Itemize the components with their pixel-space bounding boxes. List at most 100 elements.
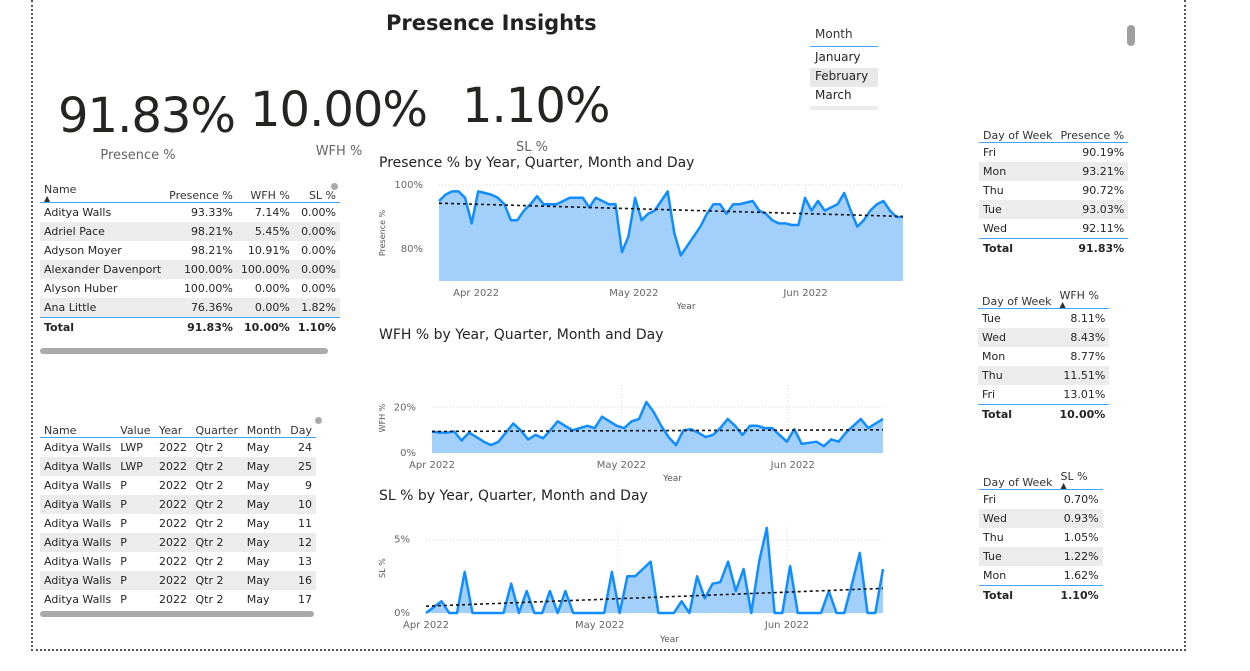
cell-percent: 92.11% [1082,222,1125,235]
day-of-week-presence-table: Day of Week Presence % Fri 90.19% Mon 93.21… [979,120,1129,258]
slicer-option-february[interactable]: February [810,68,878,87]
table-row[interactable]: Fri 90.19% [979,143,1128,163]
presence-area-chart[interactable]: 80% 100% Apr 2022 May 2022 Jun 2022 Year Prese… [375,175,915,315]
column-header-day-of-week[interactable]: Day of Week [978,286,1056,309]
table-row[interactable]: Mon 93.21% [979,162,1129,181]
cell-day-of-week: Wed [978,328,1056,347]
cell-year: 2022 [159,593,187,606]
more-options-icon[interactable] [331,183,338,190]
table-row[interactable]: Aditya Walls 93.33% 7.14% 0.00% [40,203,340,223]
summary-table: Name ▲ Presence % WFH % SL % Aditya Walls… [40,180,341,337]
chart-title-sl: SL % by Year, Quarter, Month and Day [379,488,648,504]
table-row[interactable]: Tue 8.11% [978,309,1109,329]
month-slicer[interactable]: Month January February March [810,25,878,110]
column-header-presence[interactable]: Presence % [1056,120,1129,143]
total-row: Total 91.83% [979,238,1129,258]
column-header-day-of-week[interactable]: Day of Week [979,120,1057,143]
cell-name: Aditya Walls [44,593,112,606]
cell-percent: 11.51% [1055,366,1110,385]
column-header-day[interactable]: Day [285,415,316,438]
y-axis-label: SL % [378,558,387,578]
cell-presence: 100.00% [183,282,233,295]
column-header-wfh[interactable]: WFH % [236,180,294,203]
cell-day-of-week: Wed [983,222,1007,235]
cell-percent: 93.21% [1056,162,1129,181]
table-row[interactable]: Aditya Walls P 2022 Qtr 2 May 13 [40,552,316,571]
y-tick-label: 80% [401,244,423,255]
cell-percent: 0.70% [1063,493,1099,506]
cell-percent: 90.19% [1082,146,1125,159]
table-row[interactable]: Tue 93.03% [979,200,1129,219]
kpi-card-presence[interactable]: 91.83% Presence % [58,88,236,163]
table-row[interactable]: Fri 0.70% [979,490,1103,510]
cell-wfh: 7.14% [254,206,290,219]
table-row[interactable]: Aditya Walls P 2022 Qtr 2 May 17 [40,590,316,609]
table-row[interactable]: Adriel Pace 98.21% 5.45% 0.00% [40,222,341,241]
table-row[interactable]: Mon 1.62% [979,566,1103,586]
table-row[interactable]: Fri 13.01% [978,385,1109,405]
table-row[interactable]: Alyson Huber 100.00% 0.00% 0.00% [40,279,340,298]
table-row[interactable]: Wed 92.11% [979,219,1128,239]
cell-sl: 0.00% [301,282,337,295]
kpi-card-sl[interactable]: 1.10% SL % [462,82,610,155]
table-row[interactable]: Aditya Walls P 2022 Qtr 2 May 16 [40,571,316,590]
table-row[interactable]: Mon 8.77% [978,347,1109,366]
table-row[interactable]: Aditya Walls LWP 2022 Qtr 2 May 25 [40,457,316,476]
table-row[interactable]: Tue 1.22% [979,547,1103,566]
column-header-year[interactable]: Year [155,415,192,438]
cell-name: Aditya Walls [40,571,117,590]
cell-day-of-week: Wed [979,509,1057,528]
table-row[interactable]: Aditya Walls P 2022 Qtr 2 May 9 [40,476,316,495]
table-row[interactable]: Ana Little 76.36% 0.00% 1.82% [40,298,341,318]
table-row[interactable]: Thu 11.51% [978,366,1110,385]
kpi-value: 91.83% [58,88,236,144]
table-row[interactable]: Aditya Walls P 2022 Qtr 2 May 12 [40,533,316,552]
column-header-month[interactable]: Month [242,415,286,438]
cell-month: May [242,533,286,552]
cell-value: P [116,571,155,590]
table-row[interactable]: Wed 0.93% [979,509,1103,528]
cell-quarter: Qtr 2 [191,457,243,476]
sl-area-chart[interactable]: 0% 5% Apr 2022 May 2022 Jun 2022 Year SL % [375,510,915,650]
table-row[interactable]: Aditya Walls P 2022 Qtr 2 May 10 [40,495,316,514]
detail-table-scrollbar[interactable] [40,611,314,617]
cell-wfh: 0.00% [254,282,290,295]
column-header-sl[interactable]: SL % ▲ [1056,467,1103,490]
slicer-option-march[interactable]: March [810,87,878,106]
cell-name: Aditya Walls [44,441,112,454]
table-row[interactable]: Wed 8.43% [978,328,1110,347]
cell-quarter: Qtr 2 [195,517,224,530]
column-header-presence[interactable]: Presence % [165,180,237,203]
cell-sl: 0.00% [293,222,341,241]
column-header-day-of-week[interactable]: Day of Week [979,467,1057,490]
cell-presence: 98.21% [165,222,237,241]
column-header-value[interactable]: Value [116,415,155,438]
table-row[interactable]: Aditya Walls LWP 2022 Qtr 2 May 24 [40,438,316,458]
wfh-area-chart[interactable]: 0% 20% Apr 2022 May 2022 Jun 2022 Year WFH % [375,355,915,490]
table-row[interactable]: Alexander Davenport 100.00% 100.00% 0.00% [40,260,341,279]
slicer-option-january[interactable]: January [810,49,878,68]
table-row[interactable]: Thu 1.05% [979,528,1103,547]
cell-year: 2022 [159,441,187,454]
cell-month: May [242,495,286,514]
cell-quarter: Qtr 2 [195,479,224,492]
cell-month: May [242,457,286,476]
table-row[interactable]: Aditya Walls P 2022 Qtr 2 May 11 [40,514,316,533]
x-axis-label: Year [662,474,682,484]
column-header-name[interactable]: Name ▲ [40,180,166,203]
cell-name: Adriel Pace [40,222,166,241]
table-row[interactable]: Adyson Moyer 98.21% 10.91% 0.00% [40,241,340,260]
column-header-quarter[interactable]: Quarter [191,415,243,438]
x-tick-label: May 2022 [597,460,646,471]
table-row[interactable]: Thu 90.72% [979,181,1128,200]
cell-day-of-week: Tue [979,200,1057,219]
y-tick-label: 0% [394,608,410,619]
page-scrollbar-thumb[interactable] [1127,25,1135,46]
cell-day: 16 [285,571,316,590]
summary-table-scrollbar[interactable] [40,348,328,354]
column-header-wfh[interactable]: WFH % ▲ [1055,286,1110,309]
column-header-name[interactable]: Name [40,415,117,438]
kpi-card-wfh[interactable]: 10.00% WFH % [250,86,428,159]
series-area [432,402,883,453]
more-options-icon[interactable] [315,417,322,424]
